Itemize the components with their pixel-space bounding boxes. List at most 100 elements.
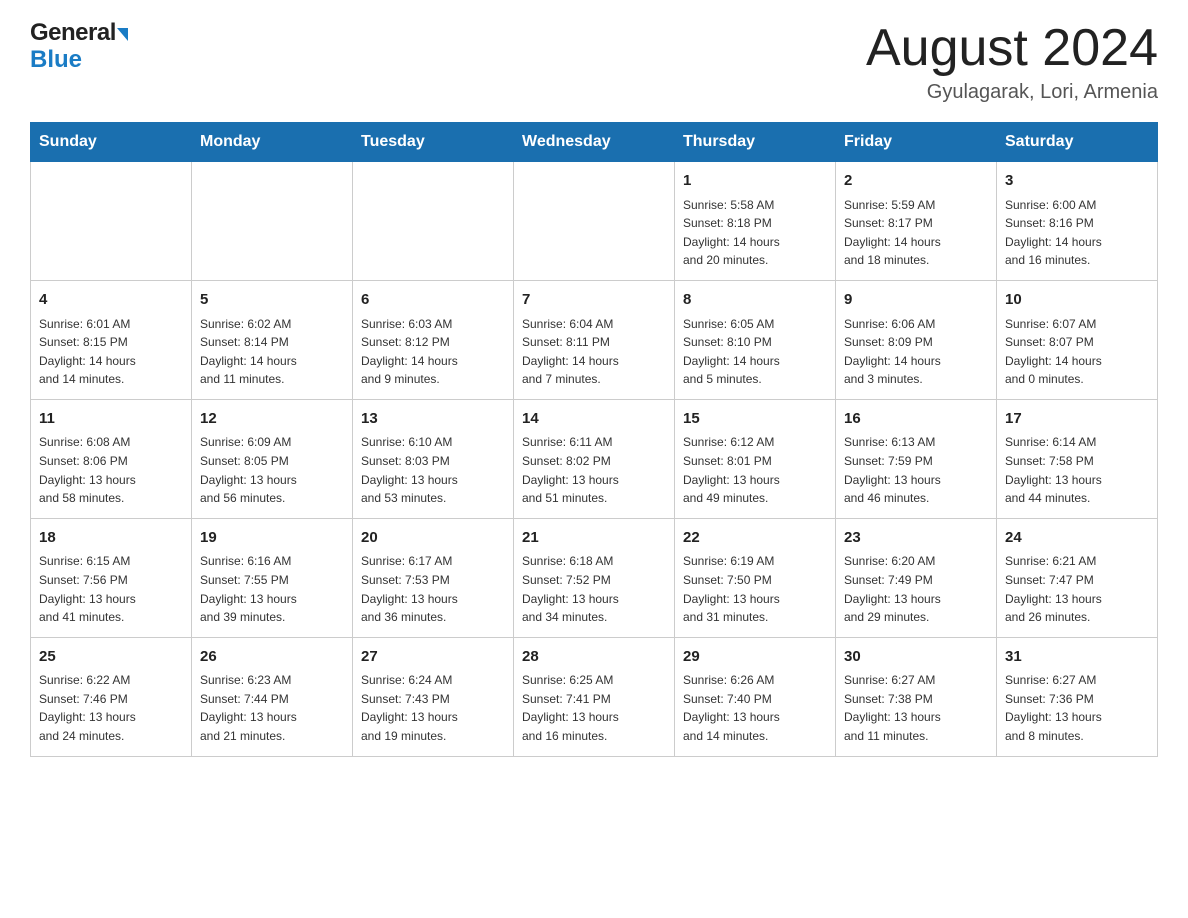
calendar-cell: 20Sunrise: 6:17 AM Sunset: 7:53 PM Dayli…: [353, 518, 514, 637]
sun-info: Sunrise: 6:27 AM Sunset: 7:38 PM Dayligh…: [844, 671, 988, 745]
calendar-cell: 5Sunrise: 6:02 AM Sunset: 8:14 PM Daylig…: [192, 281, 353, 400]
calendar-cell: 14Sunrise: 6:11 AM Sunset: 8:02 PM Dayli…: [514, 399, 675, 518]
weekday-header-tuesday: Tuesday: [353, 123, 514, 162]
day-number: 16: [844, 408, 988, 431]
calendar-cell: 2 Sunrise: 5:59 AM Sunset: 8:17 PM Daylig…: [836, 162, 997, 281]
sun-info: Sunrise: 6:10 AM Sunset: 8:03 PM Dayligh…: [361, 433, 505, 507]
calendar-week-row: 4Sunrise: 6:01 AM Sunset: 8:15 PM Daylig…: [31, 281, 1158, 400]
sun-info: Sunrise: 6:03 AM Sunset: 8:12 PM Dayligh…: [361, 315, 505, 389]
calendar-header: SundayMondayTuesdayWednesdayThursdayFrid…: [31, 123, 1158, 162]
weekday-header-sunday: Sunday: [31, 123, 192, 162]
day-number: 18: [39, 527, 183, 550]
logo-triangle-icon: [117, 28, 128, 41]
day-number: 20: [361, 527, 505, 550]
sun-info: Sunrise: 6:14 AM Sunset: 7:58 PM Dayligh…: [1005, 433, 1149, 507]
sun-info: Sunrise: 6:24 AM Sunset: 7:43 PM Dayligh…: [361, 671, 505, 745]
day-number: 22: [683, 527, 827, 550]
sun-info: Sunrise: 6:07 AM Sunset: 8:07 PM Dayligh…: [1005, 315, 1149, 389]
sun-info: Sunrise: 6:16 AM Sunset: 7:55 PM Dayligh…: [200, 552, 344, 626]
day-number: 23: [844, 527, 988, 550]
calendar-week-row: 11Sunrise: 6:08 AM Sunset: 8:06 PM Dayli…: [31, 399, 1158, 518]
weekday-header-row: SundayMondayTuesdayWednesdayThursdayFrid…: [31, 123, 1158, 162]
calendar-body: 1 Sunrise: 5:58 AM Sunset: 8:18 PM Daylig…: [31, 162, 1158, 756]
calendar-cell: 31Sunrise: 6:27 AM Sunset: 7:36 PM Dayli…: [997, 637, 1158, 756]
calendar-week-row: 1 Sunrise: 5:58 AM Sunset: 8:18 PM Daylig…: [31, 162, 1158, 281]
calendar-cell: 24Sunrise: 6:21 AM Sunset: 7:47 PM Dayli…: [997, 518, 1158, 637]
calendar-cell: 8 Sunrise: 6:05 AM Sunset: 8:10 PM Daylig…: [675, 281, 836, 400]
calendar-week-row: 18Sunrise: 6:15 AM Sunset: 7:56 PM Dayli…: [31, 518, 1158, 637]
sun-info: Sunrise: 6:19 AM Sunset: 7:50 PM Dayligh…: [683, 552, 827, 626]
day-number: 27: [361, 646, 505, 669]
day-number: 12: [200, 408, 344, 431]
sun-info: Sunrise: 6:23 AM Sunset: 7:44 PM Dayligh…: [200, 671, 344, 745]
sun-info: Sunrise: 6:27 AM Sunset: 7:36 PM Dayligh…: [1005, 671, 1149, 745]
calendar-cell: [192, 162, 353, 281]
day-number: 13: [361, 408, 505, 431]
day-number: 15: [683, 408, 827, 431]
sun-info: Sunrise: 6:05 AM Sunset: 8:10 PM Dayligh…: [683, 315, 827, 389]
sun-info: Sunrise: 5:59 AM Sunset: 8:17 PM Dayligh…: [844, 196, 988, 270]
day-number: 14: [522, 408, 666, 431]
calendar-cell: 1 Sunrise: 5:58 AM Sunset: 8:18 PM Daylig…: [675, 162, 836, 281]
weekday-header-friday: Friday: [836, 123, 997, 162]
title-block: August 2024 Gyulagarak, Lori, Armenia: [866, 20, 1158, 104]
day-number: 2: [844, 170, 988, 193]
sun-info: Sunrise: 6:18 AM Sunset: 7:52 PM Dayligh…: [522, 552, 666, 626]
page-header: General Blue August 2024 Gyulagarak, Lor…: [30, 20, 1158, 104]
calendar-cell: 11Sunrise: 6:08 AM Sunset: 8:06 PM Dayli…: [31, 399, 192, 518]
calendar-cell: 6 Sunrise: 6:03 AM Sunset: 8:12 PM Daylig…: [353, 281, 514, 400]
day-number: 28: [522, 646, 666, 669]
day-number: 21: [522, 527, 666, 550]
calendar-cell: [514, 162, 675, 281]
month-title: August 2024: [866, 20, 1158, 77]
day-number: 6: [361, 289, 505, 312]
sun-info: Sunrise: 6:21 AM Sunset: 7:47 PM Dayligh…: [1005, 552, 1149, 626]
day-number: 9: [844, 289, 988, 312]
calendar-cell: 29Sunrise: 6:26 AM Sunset: 7:40 PM Dayli…: [675, 637, 836, 756]
sun-info: Sunrise: 6:09 AM Sunset: 8:05 PM Dayligh…: [200, 433, 344, 507]
logo: General Blue: [30, 20, 128, 74]
calendar-cell: 27Sunrise: 6:24 AM Sunset: 7:43 PM Dayli…: [353, 637, 514, 756]
day-number: 26: [200, 646, 344, 669]
calendar-cell: 15Sunrise: 6:12 AM Sunset: 8:01 PM Dayli…: [675, 399, 836, 518]
day-number: 17: [1005, 408, 1149, 431]
day-number: 29: [683, 646, 827, 669]
sun-info: Sunrise: 6:06 AM Sunset: 8:09 PM Dayligh…: [844, 315, 988, 389]
day-number: 4: [39, 289, 183, 312]
calendar-cell: 10Sunrise: 6:07 AM Sunset: 8:07 PM Dayli…: [997, 281, 1158, 400]
calendar-cell: 9 Sunrise: 6:06 AM Sunset: 8:09 PM Daylig…: [836, 281, 997, 400]
calendar-cell: 21Sunrise: 6:18 AM Sunset: 7:52 PM Dayli…: [514, 518, 675, 637]
day-number: 5: [200, 289, 344, 312]
sun-info: Sunrise: 6:13 AM Sunset: 7:59 PM Dayligh…: [844, 433, 988, 507]
sun-info: Sunrise: 6:17 AM Sunset: 7:53 PM Dayligh…: [361, 552, 505, 626]
sun-info: Sunrise: 6:11 AM Sunset: 8:02 PM Dayligh…: [522, 433, 666, 507]
sun-info: Sunrise: 6:00 AM Sunset: 8:16 PM Dayligh…: [1005, 196, 1149, 270]
day-number: 31: [1005, 646, 1149, 669]
sun-info: Sunrise: 6:25 AM Sunset: 7:41 PM Dayligh…: [522, 671, 666, 745]
calendar-cell: 22Sunrise: 6:19 AM Sunset: 7:50 PM Dayli…: [675, 518, 836, 637]
location-label: Gyulagarak, Lori, Armenia: [866, 81, 1158, 104]
calendar-cell: [31, 162, 192, 281]
calendar-cell: 19Sunrise: 6:16 AM Sunset: 7:55 PM Dayli…: [192, 518, 353, 637]
logo-general-text: General: [30, 20, 116, 46]
weekday-header-wednesday: Wednesday: [514, 123, 675, 162]
calendar-cell: 13Sunrise: 6:10 AM Sunset: 8:03 PM Dayli…: [353, 399, 514, 518]
calendar-cell: 4Sunrise: 6:01 AM Sunset: 8:15 PM Daylig…: [31, 281, 192, 400]
sun-info: Sunrise: 5:58 AM Sunset: 8:18 PM Dayligh…: [683, 196, 827, 270]
day-number: 1: [683, 170, 827, 193]
day-number: 24: [1005, 527, 1149, 550]
calendar-cell: 7Sunrise: 6:04 AM Sunset: 8:11 PM Daylig…: [514, 281, 675, 400]
sun-info: Sunrise: 6:04 AM Sunset: 8:11 PM Dayligh…: [522, 315, 666, 389]
day-number: 3: [1005, 170, 1149, 193]
weekday-header-saturday: Saturday: [997, 123, 1158, 162]
calendar-cell: 12Sunrise: 6:09 AM Sunset: 8:05 PM Dayli…: [192, 399, 353, 518]
day-number: 8: [683, 289, 827, 312]
calendar-cell: 23Sunrise: 6:20 AM Sunset: 7:49 PM Dayli…: [836, 518, 997, 637]
calendar-cell: 26Sunrise: 6:23 AM Sunset: 7:44 PM Dayli…: [192, 637, 353, 756]
sun-info: Sunrise: 6:20 AM Sunset: 7:49 PM Dayligh…: [844, 552, 988, 626]
calendar-week-row: 25Sunrise: 6:22 AM Sunset: 7:46 PM Dayli…: [31, 637, 1158, 756]
day-number: 25: [39, 646, 183, 669]
calendar-cell: 16Sunrise: 6:13 AM Sunset: 7:59 PM Dayli…: [836, 399, 997, 518]
calendar-cell: 18Sunrise: 6:15 AM Sunset: 7:56 PM Dayli…: [31, 518, 192, 637]
day-number: 30: [844, 646, 988, 669]
